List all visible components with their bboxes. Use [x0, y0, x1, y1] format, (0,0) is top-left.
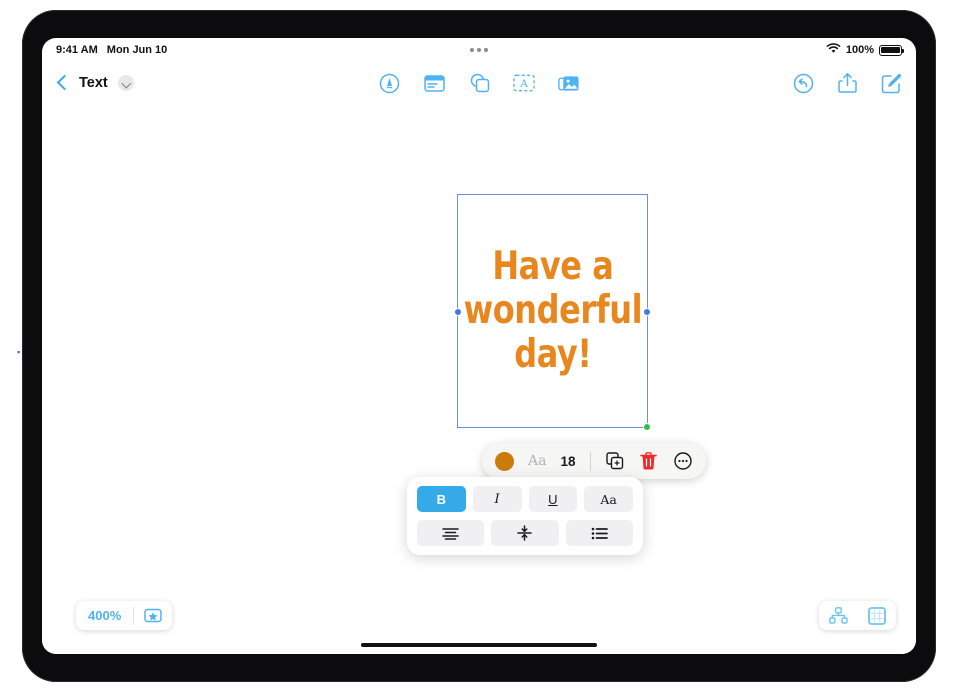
- status-time: 9:41 AM: [56, 44, 98, 56]
- handle-dot: [477, 48, 481, 52]
- toolbar-divider: [589, 451, 591, 471]
- resize-handle-corner[interactable]: [643, 423, 651, 431]
- status-bar-left: 9:41 AM Mon Jun 10: [56, 44, 167, 56]
- duplicate-icon[interactable]: [605, 451, 625, 471]
- ipad-screen: 9:41 AM Mon Jun 10 100% Text A Have a wo…: [42, 38, 916, 654]
- format-panel-icon[interactable]: [423, 72, 445, 94]
- italic-button[interactable]: I: [472, 486, 522, 512]
- ipad-device: ▪ 9:41 AM Mon Jun 10 100% Text A Have a …: [17, 10, 936, 682]
- shapes-icon[interactable]: [468, 72, 490, 94]
- battery-full-icon: [879, 44, 905, 56]
- document-canvas[interactable]: Have a wonderful day! Aa 18 B I U Aa 400…: [42, 104, 916, 654]
- grid-canvas-icon: [868, 606, 886, 625]
- organize-button[interactable]: [819, 607, 858, 624]
- resize-handle-left[interactable]: [454, 308, 462, 316]
- format-row-align: [417, 520, 633, 546]
- canvas-view-button[interactable]: [858, 606, 896, 625]
- selected-text-object[interactable]: Have a wonderful day!: [454, 194, 651, 431]
- align-center-button[interactable]: [417, 520, 485, 546]
- battery-percent-label: 100%: [845, 44, 874, 56]
- context-toolbar: Aa 18: [482, 443, 706, 486]
- status-date: Mon Jun 10: [106, 44, 168, 56]
- zoom-controls: 400%: [76, 601, 173, 630]
- trash-icon[interactable]: [639, 451, 659, 471]
- star-rect-icon: [144, 608, 162, 623]
- photos-icon[interactable]: [558, 72, 580, 94]
- handle-dot: [484, 48, 488, 52]
- handle-dot: [470, 48, 474, 52]
- resize-handle-right[interactable]: [643, 308, 651, 316]
- underline-button[interactable]: U: [528, 486, 578, 512]
- format-row-style: B I U Aa: [417, 486, 633, 512]
- multitasking-dots-handle[interactable]: [42, 48, 916, 52]
- hierarchy-icon: [829, 607, 848, 624]
- align-center-icon: [442, 527, 459, 540]
- status-bar-right: 100%: [826, 43, 905, 57]
- more-circle-icon[interactable]: [673, 451, 693, 471]
- navigation-bar: Text A: [42, 62, 916, 104]
- text-box-icon[interactable]: A: [513, 72, 535, 94]
- home-indicator: [361, 643, 597, 647]
- font-name-label[interactable]: Aa: [528, 453, 546, 469]
- bezel-stray-marker: ▪: [17, 347, 21, 357]
- view-controls: [819, 601, 896, 630]
- pen-circle-icon[interactable]: [378, 72, 400, 94]
- bulleted-list-icon: [591, 527, 608, 539]
- svg-text:A: A: [519, 78, 528, 90]
- status-bar: 9:41 AM Mon Jun 10 100%: [42, 38, 916, 62]
- vertical-align-middle-icon: [517, 525, 533, 541]
- font-style-button[interactable]: Aa: [584, 486, 633, 512]
- favorites-button[interactable]: [134, 608, 172, 623]
- font-size-value[interactable]: 18: [560, 454, 575, 469]
- bulleted-list-button[interactable]: [565, 520, 633, 546]
- text-object-content: Have a wonderful day!: [463, 244, 642, 377]
- zoom-level-value[interactable]: 400%: [76, 608, 133, 623]
- bold-button[interactable]: B: [417, 486, 466, 512]
- text-format-panel: B I U Aa: [407, 477, 643, 555]
- vertical-align-button[interactable]: [491, 520, 559, 546]
- wifi-icon: [826, 43, 841, 57]
- navbar-tools: A: [42, 72, 916, 94]
- text-color-swatch[interactable]: [495, 451, 514, 471]
